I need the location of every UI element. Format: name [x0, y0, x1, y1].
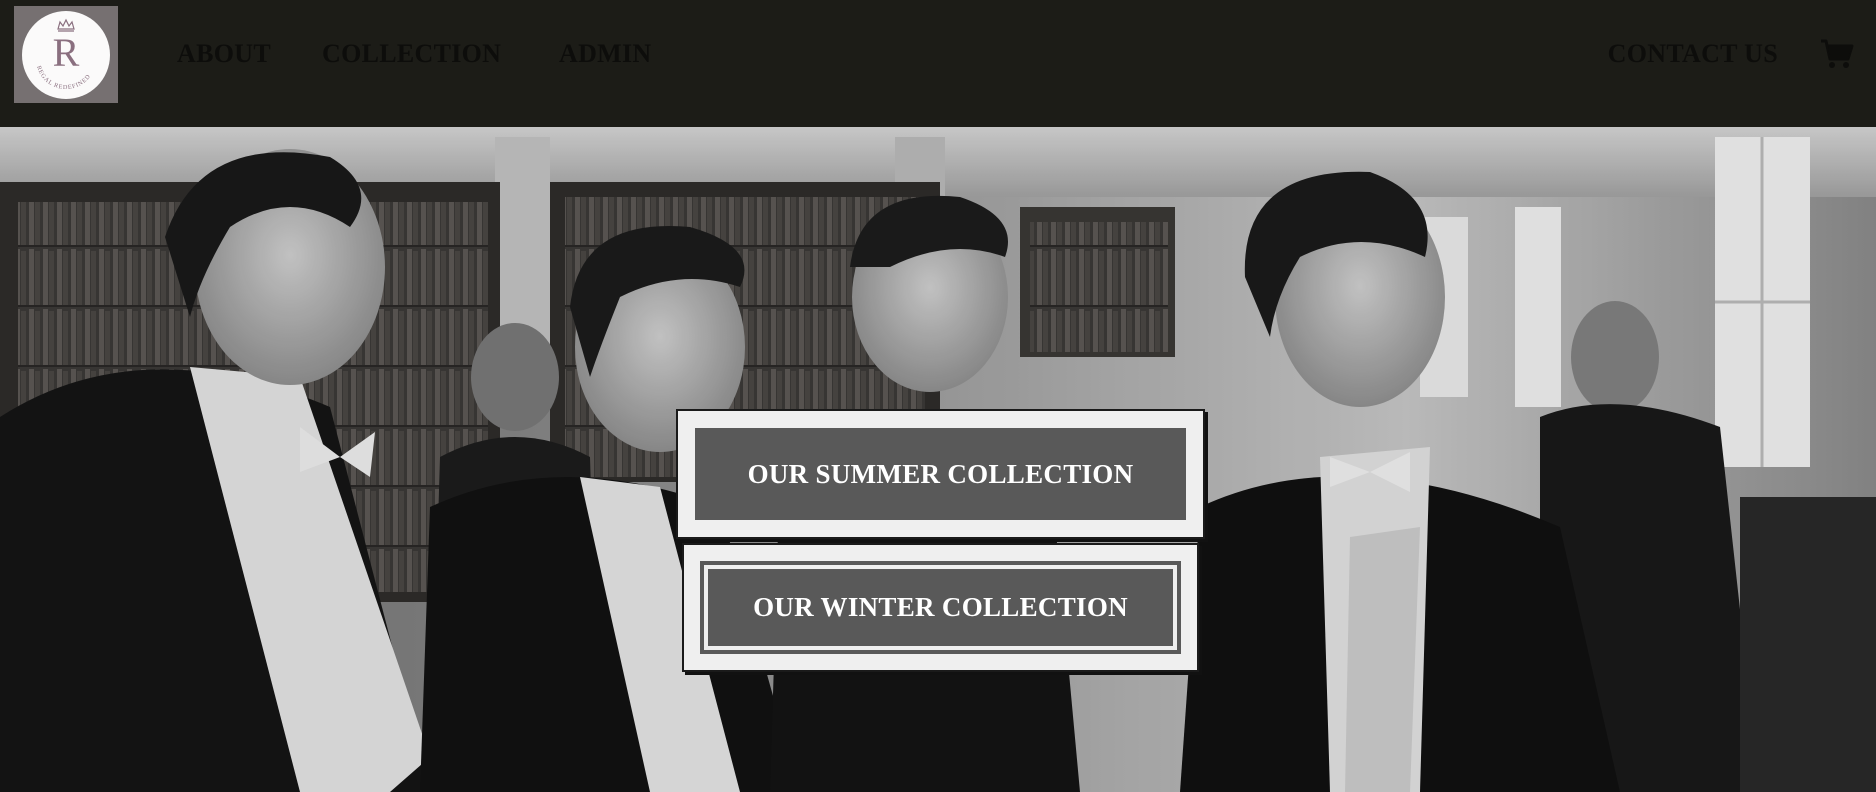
winter-collection-label: OUR WINTER COLLECTION — [700, 561, 1181, 654]
brand-logo[interactable]: REGAL REDEFINED R — [14, 6, 118, 103]
shopping-cart-icon[interactable] — [1820, 38, 1854, 70]
hero-banner: OUR SUMMER COLLECTION OUR WINTER COLLECT… — [0, 127, 1876, 792]
nav-contact-link[interactable]: CONTACT US — [1608, 38, 1778, 70]
summer-collection-button[interactable]: OUR SUMMER COLLECTION — [676, 409, 1205, 539]
top-navbar: REGAL REDEFINED R ABOUT COLLECTION ADMIN… — [0, 0, 1876, 127]
logo-letter: R — [52, 29, 80, 75]
summer-collection-label: OUR SUMMER COLLECTION — [695, 428, 1186, 520]
nav-admin-link[interactable]: ADMIN — [559, 38, 652, 70]
nav-about-link[interactable]: ABOUT — [177, 38, 271, 70]
logo-badge: REGAL REDEFINED R — [22, 10, 110, 99]
crown-icon — [57, 18, 75, 32]
nav-collection-link[interactable]: COLLECTION — [322, 38, 501, 70]
winter-collection-button[interactable]: OUR WINTER COLLECTION — [682, 543, 1199, 672]
